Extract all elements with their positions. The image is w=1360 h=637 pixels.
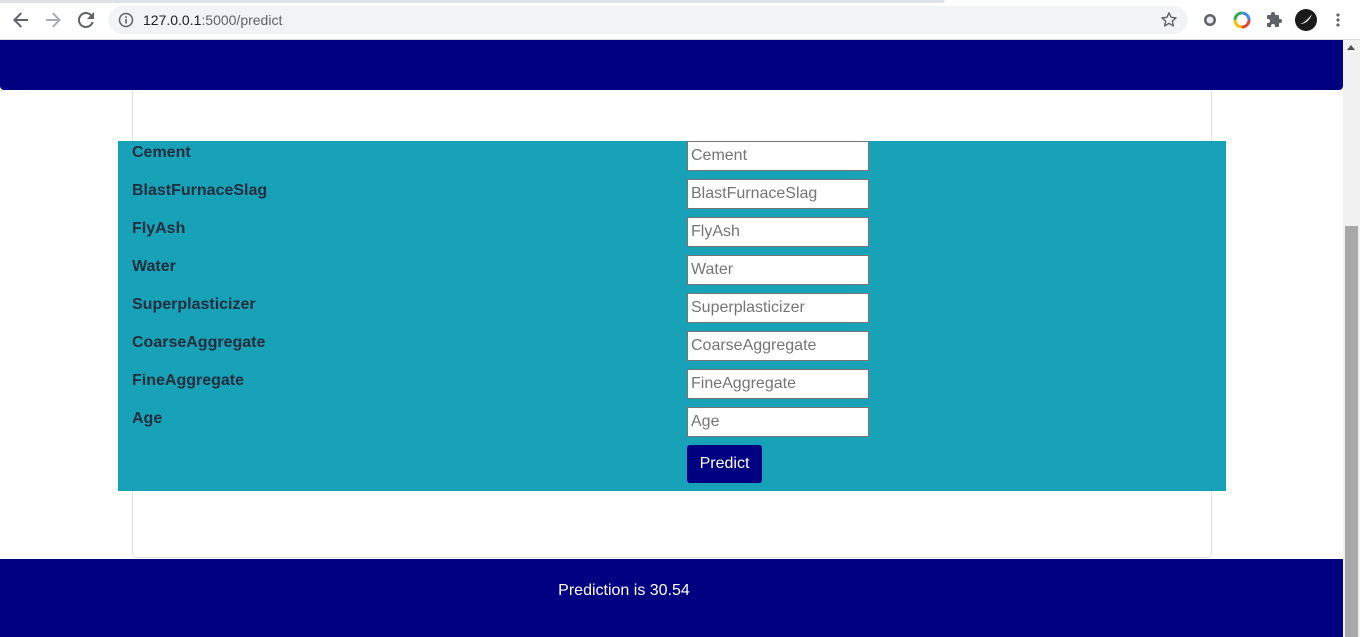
page-content: Cement BlastFurnaceSlag FlyAsh Water Sup…	[0, 40, 1343, 637]
site-info-icon[interactable]	[118, 12, 134, 33]
form-row-blastfurnaceslag: BlastFurnaceSlag	[118, 179, 1226, 217]
page-scrollbar[interactable]	[1343, 40, 1360, 637]
fineaggregate-input[interactable]	[687, 369, 869, 399]
forward-icon[interactable]	[41, 8, 65, 32]
field-label: Cement	[132, 144, 191, 161]
water-input[interactable]	[687, 255, 869, 285]
predict-button[interactable]: Predict	[687, 445, 762, 483]
browser-menu-icon[interactable]	[1327, 9, 1349, 31]
back-icon[interactable]	[9, 8, 33, 32]
prediction-result-text: Prediction is 30.54	[558, 582, 690, 599]
blastfurnaceslag-input[interactable]	[687, 179, 869, 209]
form-row-coarseaggregate: CoarseAggregate	[118, 331, 1226, 369]
profile-avatar[interactable]	[1295, 9, 1317, 31]
url-host: 127.0.0.1	[143, 12, 202, 28]
coarseaggregate-input[interactable]	[687, 331, 869, 361]
scrollbar-thumb[interactable]	[1345, 226, 1358, 637]
form-row-flyash: FlyAsh	[118, 217, 1226, 255]
field-label: Water	[132, 258, 176, 275]
field-label: FineAggregate	[132, 372, 245, 389]
extensions-puzzle-icon[interactable]	[1263, 9, 1285, 31]
extension-icon-colorwheel[interactable]	[1231, 9, 1253, 31]
scroll-up-arrow-icon[interactable]	[1347, 45, 1355, 50]
prediction-form: Cement BlastFurnaceSlag FlyAsh Water Sup…	[118, 141, 1226, 491]
address-bar[interactable]: 127.0.0.1:5000/predict	[108, 6, 1188, 34]
flyash-input[interactable]	[687, 217, 869, 247]
age-input[interactable]	[687, 407, 869, 437]
tab-strip	[0, 0, 945, 3]
form-row-age: Age	[118, 407, 1226, 445]
field-label: BlastFurnaceSlag	[132, 182, 268, 199]
page-header-bar	[0, 40, 1343, 90]
field-label: Superplasticizer	[132, 296, 256, 313]
form-row-superplasticizer: Superplasticizer	[118, 293, 1226, 331]
form-row-water: Water	[118, 255, 1226, 293]
field-label: FlyAsh	[132, 220, 186, 237]
result-footer: Prediction is 30.54	[0, 559, 1343, 637]
field-label: Age	[132, 410, 163, 427]
bookmark-star-icon[interactable]	[1160, 11, 1178, 34]
browser-toolbar: 127.0.0.1:5000/predict	[0, 0, 1360, 40]
url-path: :5000/predict	[201, 12, 283, 28]
superplasticizer-input[interactable]	[687, 293, 869, 323]
extension-icon-circle[interactable]	[1199, 9, 1221, 31]
url-text: 127.0.0.1:5000/predict	[143, 12, 282, 28]
form-row-fineaggregate: FineAggregate	[118, 369, 1226, 407]
cement-input[interactable]	[687, 141, 869, 171]
field-label: CoarseAggregate	[132, 334, 266, 351]
form-row-cement: Cement	[118, 141, 1226, 179]
reload-icon[interactable]	[74, 8, 98, 32]
